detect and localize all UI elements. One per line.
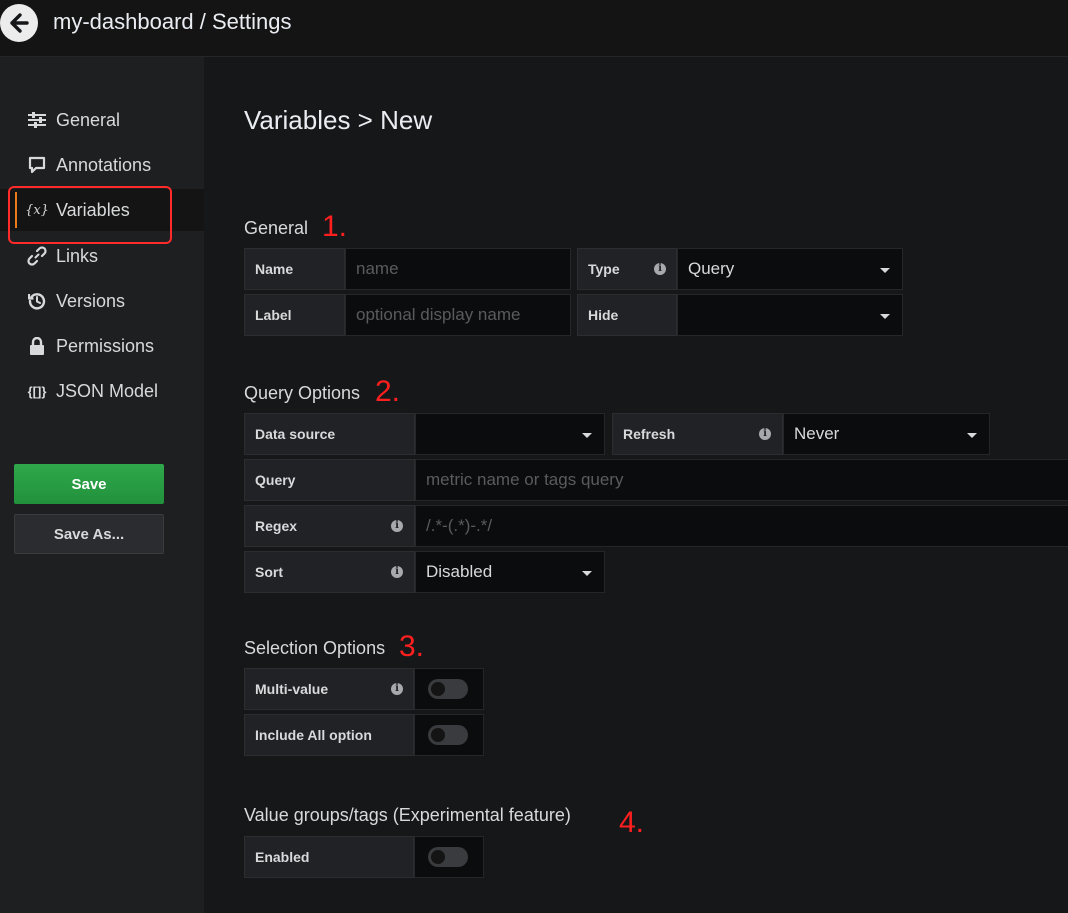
name-input[interactable] [356,259,570,279]
value-groups-section-title: Value groups/tags (Experimental feature) [244,805,571,825]
annotation-1: 1. [322,210,348,243]
annotation-3: 3. [399,630,425,663]
refresh-label: Refresh i [612,413,783,455]
datasource-label: Data source [244,413,415,455]
type-label-text: Type [588,261,620,277]
toggle-switch[interactable] [428,847,468,867]
refresh-select[interactable]: Never [783,413,990,455]
multi-value-toggle[interactable] [414,668,484,710]
refresh-label-text: Refresh [623,426,676,442]
query-options-section-title: Query Options [244,383,361,403]
sidebar-item-label: General [56,109,121,130]
general-section-title: General [244,218,309,238]
include-all-label: Include All option [244,714,414,756]
sidebar-item-annotations[interactable]: Annotations [0,144,204,186]
sidebar-item-label: Permissions [56,335,155,356]
sidebar-item-label: JSON Model [56,380,159,401]
info-icon[interactable]: i [654,263,666,275]
regex-field[interactable] [415,505,1068,547]
regex-label-text: Regex [255,518,298,534]
include-all-toggle[interactable] [414,714,484,756]
regex-input[interactable] [426,516,1068,536]
sort-select-value: Disabled [426,562,493,581]
chevron-down-icon [582,571,592,576]
hide-label: Hide [577,294,677,336]
toggle-switch[interactable] [428,725,468,745]
name-field[interactable] [345,248,571,290]
regex-label: Regex i [244,505,415,547]
datasource-select[interactable] [415,413,605,455]
toggle-knob [431,682,445,696]
label-input[interactable] [356,305,570,325]
variables-highlight-box [8,186,172,244]
label-label: Label [244,294,345,336]
json-icon: {[]} [27,383,47,399]
back-button[interactable] [0,4,38,42]
toggle-knob [431,728,445,742]
sliders-icon [27,112,47,128]
query-input[interactable] [426,470,1068,490]
toggle-knob [431,850,445,864]
hide-select[interactable] [677,294,903,336]
sidebar-item-label: Links [56,245,99,266]
toggle-switch[interactable] [428,679,468,699]
annotation-2: 2. [375,375,401,408]
refresh-select-value: Never [794,424,840,443]
enabled-toggle[interactable] [414,836,484,878]
sidebar-item-permissions[interactable]: Permissions [0,325,204,367]
sidebar-item-versions[interactable]: Versions [0,280,204,322]
annotation-4: 4. [619,806,645,839]
label-field[interactable] [345,294,571,336]
top-bar: my-dashboard / Settings [0,0,1068,57]
enabled-label: Enabled [244,836,414,878]
sort-label-text: Sort [255,564,283,580]
link-icon [27,246,47,266]
chevron-down-icon [582,433,592,438]
chevron-down-icon [880,268,890,273]
selection-options-section-title: Selection Options [244,638,386,658]
query-field[interactable] [415,459,1068,501]
sort-select[interactable]: Disabled [415,551,605,593]
info-icon[interactable]: i [759,428,771,440]
type-label: Type i [577,248,677,290]
sidebar-item-label: Versions [56,290,126,311]
info-icon[interactable]: i [391,520,403,532]
save-button[interactable]: Save [14,464,164,504]
sidebar-item-general[interactable]: General [0,99,204,141]
save-as-button[interactable]: Save As... [14,514,164,554]
query-label: Query [244,459,415,501]
type-select[interactable]: Query [677,248,903,290]
page-title: my-dashboard / Settings [53,9,292,34]
multi-value-label: Multi-value i [244,668,414,710]
arrow-left-icon [10,13,29,33]
name-label: Name [244,248,345,290]
type-select-value: Query [688,259,735,278]
sidebar-item-json-model[interactable]: {[]} JSON Model [0,370,204,412]
info-icon[interactable]: i [391,566,403,578]
section-heading: Variables > New [244,105,433,135]
chevron-down-icon [967,433,977,438]
multi-value-label-text: Multi-value [255,681,329,697]
sort-label: Sort i [244,551,415,593]
info-icon[interactable]: i [391,683,403,695]
chevron-down-icon [880,314,890,319]
comment-icon [27,156,47,174]
lock-icon [27,337,47,355]
sidebar-item-label: Annotations [56,154,152,175]
history-icon [27,292,47,310]
